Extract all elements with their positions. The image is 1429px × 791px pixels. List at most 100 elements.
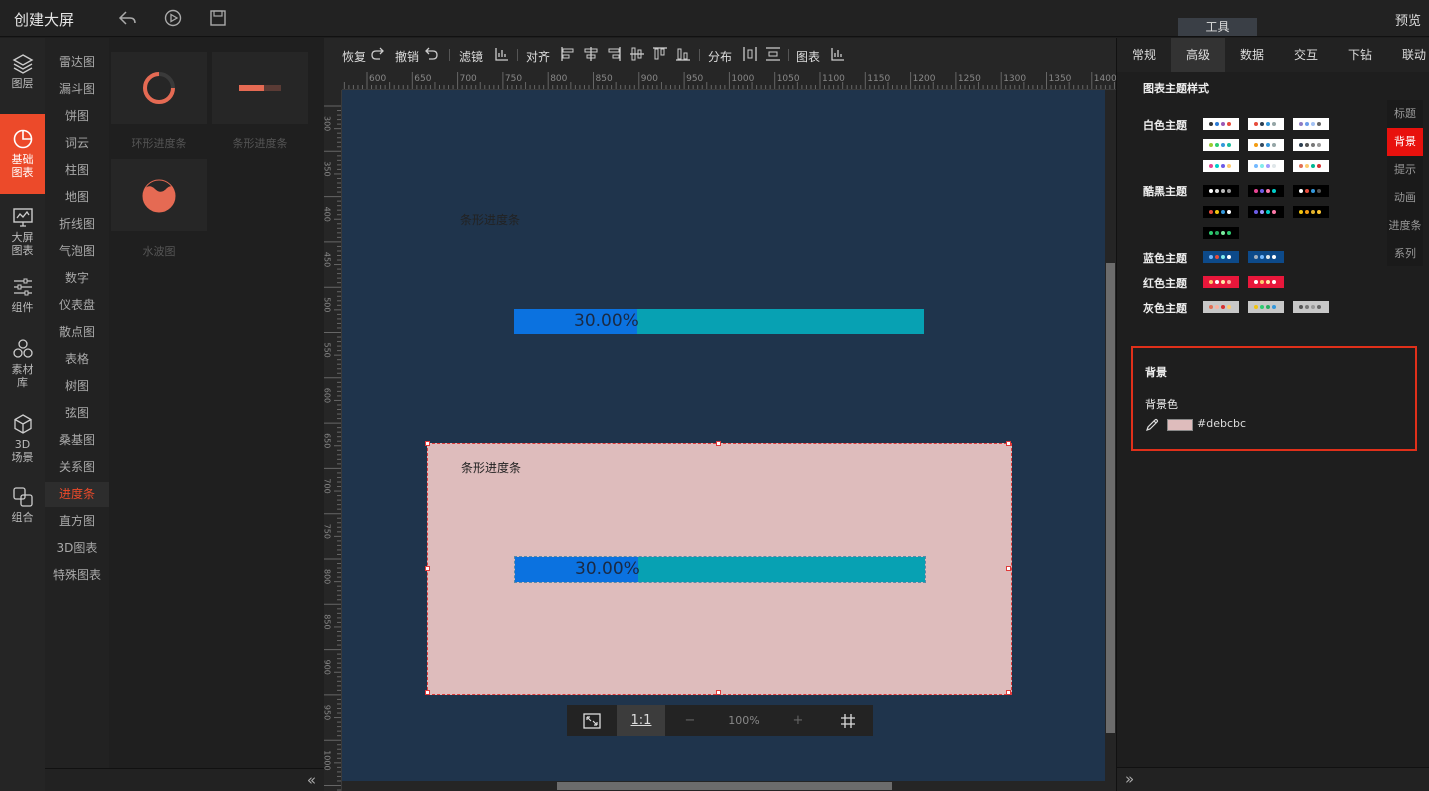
horizontal-ruler[interactable]: 600 650 700 750 800 850 900 950 1000 1050 1100 1150… [342,72,1116,90]
nav-item-group[interactable]: 组合 [0,486,45,531]
property-tab[interactable]: 下钻 [1333,38,1387,72]
theme-swatch[interactable] [1248,160,1284,172]
canvas-vertical-scrollbar[interactable] [1105,90,1116,791]
category-item[interactable]: 词云 [45,131,109,156]
widget-ring-progress[interactable] [111,52,207,124]
theme-swatch[interactable] [1248,185,1284,197]
theme-swatch[interactable] [1203,139,1239,151]
align-left-icon[interactable] [560,46,576,62]
theme-swatch[interactable] [1248,276,1284,288]
nav-item-3d-scene[interactable]: 3D 场景 [0,413,45,469]
design-canvas[interactable]: 条形进度条 30.00% 条形进度条 30.00% [342,90,1105,781]
resize-handle-w[interactable] [425,566,430,571]
scroll-thumb[interactable] [1106,263,1115,733]
chart-button[interactable]: 图表 [796,48,820,65]
distribute-v-icon[interactable] [765,46,781,62]
property-tab[interactable]: 数据 [1225,38,1279,72]
theme-swatch[interactable] [1293,139,1329,151]
resize-handle-sw[interactable] [425,690,430,695]
undo-icon[interactable] [423,46,439,62]
progress-bar-1[interactable]: 30.00% [514,309,924,334]
category-item[interactable]: 关系图 [45,455,109,480]
property-tab[interactable]: 常规 [1117,38,1171,72]
category-item[interactable]: 直方图 [45,509,109,534]
chart-filter-icon[interactable] [494,46,510,62]
distribute-h-icon[interactable] [742,46,758,62]
sub-tab[interactable]: 进度条 [1387,212,1423,240]
collapse-right-icon[interactable]: » [1125,770,1134,788]
align-top-icon[interactable] [652,46,668,62]
resize-handle-ne[interactable] [1006,441,1011,446]
sub-tab[interactable]: 动画 [1387,184,1423,212]
zoom-1-1-button[interactable]: 1:1 [617,705,665,736]
category-item[interactable]: 桑基图 [45,428,109,453]
grid-toggle-button[interactable] [823,705,873,736]
background-color-swatch[interactable] [1167,419,1193,431]
theme-swatch[interactable] [1203,251,1239,263]
background-color-value[interactable]: #debcbc [1197,417,1246,430]
align-right-icon[interactable] [606,46,622,62]
theme-swatch[interactable] [1248,206,1284,218]
category-item[interactable]: 漏斗图 [45,77,109,102]
zoom-in-button[interactable]: + [773,705,823,736]
align-center-icon[interactable] [583,46,599,62]
resize-handle-nw[interactable] [425,441,430,446]
category-item[interactable]: 弦图 [45,401,109,426]
theme-swatch[interactable] [1293,118,1329,130]
resize-handle-n[interactable] [716,441,721,446]
theme-swatch[interactable] [1203,276,1239,288]
collapse-left-icon[interactable]: « [307,771,316,789]
theme-swatch[interactable] [1203,160,1239,172]
align-vcenter-icon[interactable] [629,46,645,62]
nav-item-assets[interactable]: 素材 库 [0,338,45,394]
play-icon[interactable] [163,8,183,28]
scroll-thumb[interactable] [557,782,892,790]
theme-swatch[interactable] [1248,118,1284,130]
category-item[interactable]: 特殊图表 [45,563,109,588]
save-icon[interactable] [208,8,228,28]
category-item[interactable]: 数字 [45,266,109,291]
theme-swatch[interactable] [1293,160,1329,172]
nav-item-components[interactable]: 组件 [0,276,45,321]
property-tab[interactable]: 联动 [1387,38,1429,72]
vertical-ruler[interactable]: 300 350 400 450 500 550 600 650 700 750 800 850 900 9… [324,90,342,791]
resize-handle-se[interactable] [1006,690,1011,695]
sub-tab[interactable]: 背景 [1387,128,1423,156]
category-item[interactable]: 树图 [45,374,109,399]
category-item[interactable]: 仪表盘 [45,293,109,318]
theme-swatch[interactable] [1203,118,1239,130]
back-icon[interactable] [118,8,138,28]
theme-swatch[interactable] [1293,301,1329,313]
theme-swatch[interactable] [1248,139,1284,151]
nav-item-layers[interactable]: 图层 [0,52,45,97]
category-item[interactable]: 进度条 [45,482,109,507]
theme-swatch[interactable] [1248,301,1284,313]
theme-swatch[interactable] [1248,251,1284,263]
redo-button[interactable]: 恢复 [342,48,366,65]
nav-item-basic-charts[interactable]: 基础 图表 [0,114,45,194]
category-item[interactable]: 饼图 [45,104,109,129]
zoom-out-button[interactable]: − [665,705,715,736]
bar-chart-icon[interactable] [830,46,846,62]
nav-item-screen-charts[interactable]: 大屏 图表 [0,206,45,257]
category-item[interactable]: 3D图表 [45,536,109,561]
category-item[interactable]: 柱图 [45,158,109,183]
widget-bar-progress[interactable] [212,52,308,124]
property-tab[interactable]: 交互 [1279,38,1333,72]
sub-tab[interactable]: 标题 [1387,100,1423,128]
eyedropper-icon[interactable] [1145,418,1159,432]
sub-tab[interactable]: 系列 [1387,240,1423,268]
theme-swatch[interactable] [1293,185,1329,197]
theme-swatch[interactable] [1203,301,1239,313]
theme-swatch[interactable] [1203,227,1239,239]
resize-handle-s[interactable] [716,690,721,695]
category-item[interactable]: 表格 [45,347,109,372]
preview-button[interactable]: 预览 [1395,10,1421,29]
category-item[interactable]: 雷达图 [45,50,109,75]
category-item[interactable]: 散点图 [45,320,109,345]
category-item[interactable]: 气泡图 [45,239,109,264]
tools-tab[interactable]: 工具 [1178,18,1257,36]
theme-swatch[interactable] [1293,206,1329,218]
align-bottom-icon[interactable] [675,46,691,62]
category-item[interactable]: 折线图 [45,212,109,237]
